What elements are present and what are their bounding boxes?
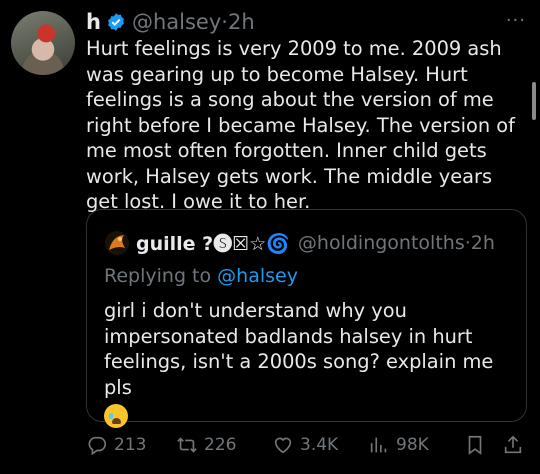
repost-icon (177, 437, 197, 453)
heart-icon (274, 437, 292, 454)
views-button[interactable]: 98K (368, 434, 429, 456)
quoted-tweet-header: guille ?🅢☒☆🌀 @holdingontolths · 2h (104, 229, 495, 256)
analytics-icon (370, 437, 387, 453)
quoted-timestamp[interactable]: 2h (471, 232, 495, 254)
scrollbar-thumb[interactable] (532, 82, 536, 120)
like-button[interactable]: 3.4K (272, 434, 338, 456)
more-options-icon[interactable]: ··· (506, 10, 526, 31)
bookmark-icon (468, 435, 482, 455)
share-button[interactable] (502, 434, 530, 456)
reply-icon (88, 436, 107, 456)
author-avatar[interactable] (11, 11, 75, 75)
replying-to-label: Replying to (104, 265, 212, 287)
quoted-author-avatar[interactable] (104, 230, 130, 256)
action-bar: 213 226 3.4K 98K (86, 430, 526, 460)
tweet-text: Hurt feelings is very 2009 to me. 2009 a… (86, 37, 515, 213)
tweet-timestamp[interactable]: 2h (228, 10, 255, 34)
like-count: 3.4K (300, 435, 339, 455)
quoted-tweet-text-block: girl i don't understand why you imperson… (104, 298, 514, 428)
repost-button[interactable]: 226 (176, 434, 236, 456)
quoted-tweet-text: girl i don't understand why you imperson… (104, 299, 494, 399)
bookmark-button[interactable] (464, 434, 492, 456)
quoted-author-display-name[interactable]: guille ?🅢☒☆🌀 (136, 229, 290, 256)
reply-count: 213 (114, 435, 147, 455)
quoted-author-handle[interactable]: @holdingontolths (298, 232, 465, 254)
quoted-tweet[interactable]: guille ?🅢☒☆🌀 @holdingontolths · 2h Reply… (86, 209, 527, 428)
verified-badge-icon (108, 13, 124, 31)
author-handle[interactable]: @halsey (132, 10, 221, 34)
separator-dot: · (221, 10, 228, 34)
tweet-header: h @halsey · 2h (86, 8, 526, 36)
reply-button[interactable]: 213 (86, 434, 146, 456)
author-display-name[interactable]: h (86, 10, 101, 34)
replying-to-handle-link[interactable]: @halsey (217, 265, 298, 287)
repost-count: 226 (204, 435, 237, 455)
view-count: 98K (396, 435, 429, 455)
crying-face-emoji-icon (104, 404, 128, 428)
replying-to-line: Replying to @halsey (104, 265, 298, 287)
share-icon (504, 435, 522, 454)
